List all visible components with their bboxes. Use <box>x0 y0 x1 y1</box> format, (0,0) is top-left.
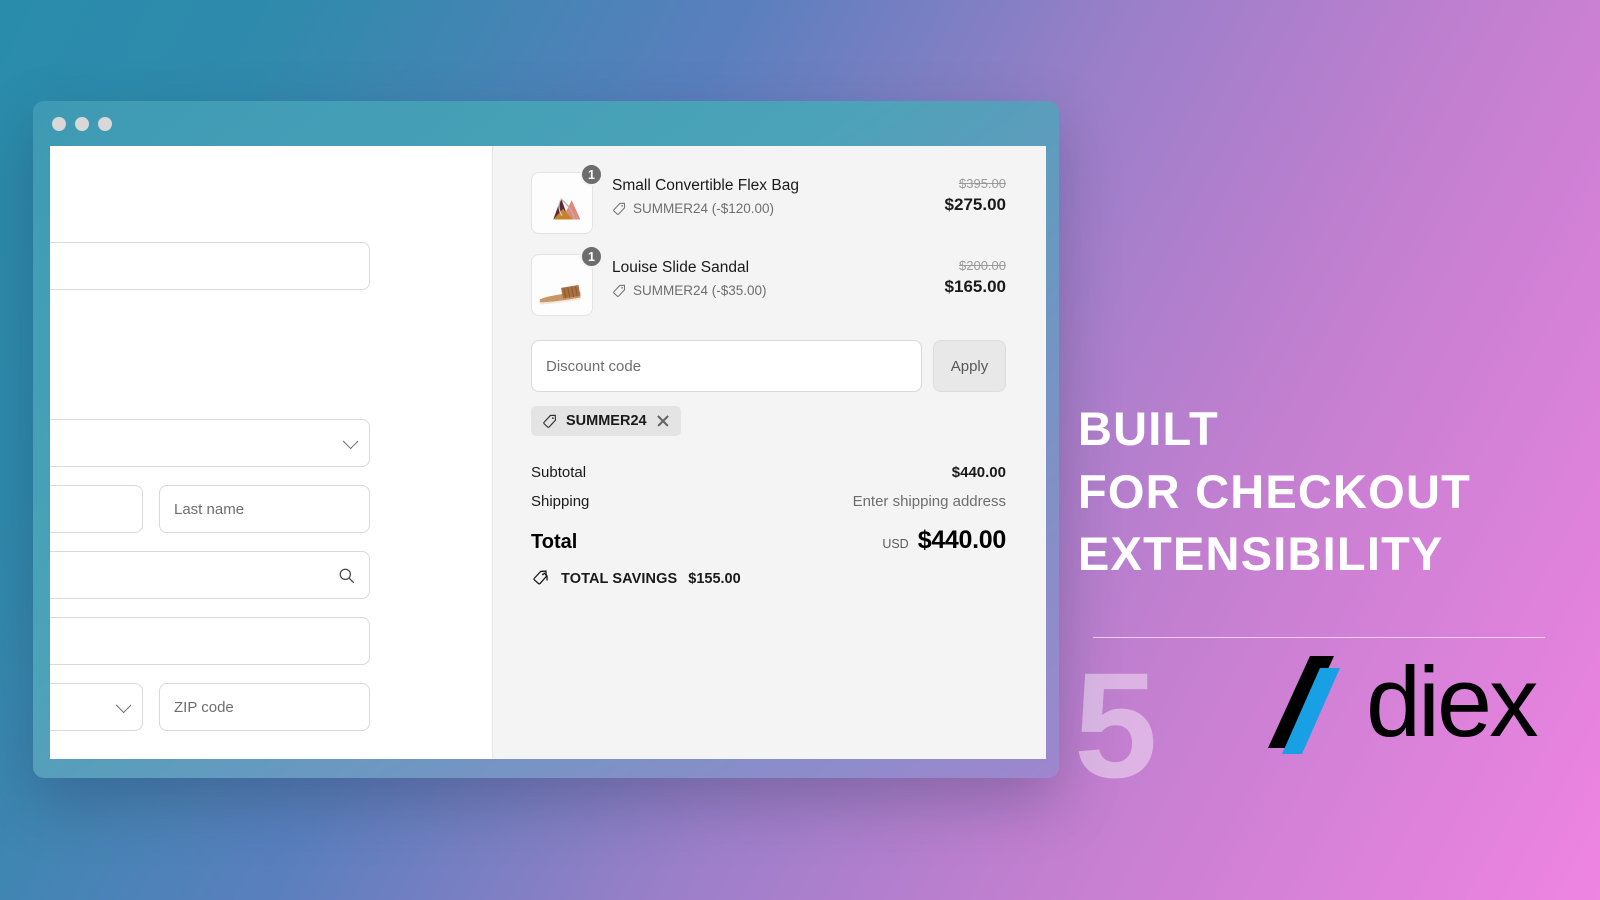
shipping-row: Shipping Enter shipping address <box>531 493 1006 510</box>
line-item-title: Small Convertible Flex Bag <box>612 177 799 194</box>
applied-discount-codes: SUMMER24 <box>531 406 1006 436</box>
subtotal-label: Subtotal <box>531 464 587 481</box>
tag-icon <box>613 284 626 297</box>
brand-slash-icon <box>1268 656 1340 754</box>
line-item-original-price: $200.00 <box>959 258 1006 273</box>
line-item-thumbnail-wrap: 1 <box>531 163 603 234</box>
tag-icon <box>613 202 626 215</box>
save-info-checkbox-label[interactable]: xt time <box>50 757 452 759</box>
address-field[interactable] <box>50 551 370 599</box>
line-item-title: Louise Slide Sandal <box>612 259 750 276</box>
first-name-field[interactable] <box>50 485 143 533</box>
search-icon[interactable] <box>338 567 355 584</box>
line-item-original-price: $395.00 <box>959 176 1006 191</box>
total-label: Total <box>531 531 578 553</box>
close-icon[interactable] <box>52 116 66 131</box>
total-amount-group: USD $440.00 <box>882 526 1006 555</box>
line-item-final-price: $165.00 <box>944 276 1006 296</box>
total-savings-row: TOTAL SAVINGS $155.00 <box>531 569 1006 588</box>
apply-discount-button[interactable]: Apply <box>933 340 1006 392</box>
form-section-heading: ers <box>50 329 452 347</box>
line-item-discount: SUMMER24 (-$35.00) <box>612 283 914 298</box>
total-currency: USD <box>882 537 909 551</box>
window-titlebar <box>33 101 1059 146</box>
line-item-discount-text: SUMMER24 (-$120.00) <box>633 201 775 217</box>
discount-code-pill: SUMMER24 <box>531 406 681 436</box>
email-field[interactable] <box>50 242 370 290</box>
total-savings-value: $155.00 <box>688 570 741 587</box>
total-row: Total USD $440.00 <box>531 526 1006 555</box>
order-line-item: 1 Louise Slide Sandal SUMMER24 (-$35.00)… <box>531 245 1006 316</box>
total-value: $440.00 <box>917 526 1007 554</box>
checkout-form-panel: ers Last name <box>50 146 493 759</box>
line-item-details: Small Convertible Flex Bag SUMMER24 (-$1… <box>597 172 914 216</box>
brand-wordmark: diex <box>1366 645 1539 757</box>
line-item-prices: $200.00 $165.00 <box>914 254 1006 298</box>
checkout-form: ers Last name <box>50 146 452 759</box>
country-region-select[interactable] <box>50 419 370 467</box>
line-item-final-price: $275.00 <box>944 194 1006 214</box>
browser-window: ers Last name <box>33 101 1059 778</box>
discount-code-label: SUMMER24 <box>566 413 647 429</box>
order-line-item: 1 Small Convertible Flex Bag SUMMER24 (-… <box>531 163 1006 234</box>
minimize-icon[interactable] <box>75 116 89 131</box>
promo-divider <box>1093 637 1545 639</box>
promo-headline-line-1: BUILT <box>1078 402 1219 455</box>
promo-headline: BUILT FOR CHECKOUT EXTENSIBILITY <box>1078 398 1578 586</box>
double-tag-icon <box>533 570 548 585</box>
line-item-discount: SUMMER24 (-$120.00) <box>612 201 914 216</box>
quantity-badge: 1 <box>580 245 603 268</box>
chevron-down-icon <box>115 697 132 713</box>
zip-code-field[interactable]: ZIP code <box>159 683 370 731</box>
shipping-label: Shipping <box>531 493 590 510</box>
tag-icon <box>543 414 557 428</box>
subtotal-row: Subtotal $440.00 <box>531 464 1006 481</box>
order-summary-panel: 1 Small Convertible Flex Bag SUMMER24 (-… <box>493 146 1046 759</box>
discount-code-row: Apply <box>531 340 1006 392</box>
line-item-thumbnail-wrap: 1 <box>531 245 603 316</box>
zip-code-placeholder: ZIP code <box>174 698 234 716</box>
discount-code-input[interactable] <box>531 340 922 392</box>
promo-headline-line-3: EXTENSIBILITY <box>1078 527 1444 580</box>
promo-slide-number: 5 <box>1074 641 1157 809</box>
shipping-value: Enter shipping address <box>852 493 1006 510</box>
chevron-down-icon <box>342 433 359 449</box>
maximize-icon[interactable] <box>98 116 112 131</box>
state-select[interactable]: State <box>50 683 143 731</box>
apartment-field[interactable]: l) <box>50 617 370 665</box>
order-totals: Subtotal $440.00 Shipping Enter shipping… <box>531 464 1006 588</box>
brand-logo: diex <box>1248 645 1539 757</box>
last-name-field[interactable]: Last name <box>159 485 370 533</box>
remove-discount-code-icon[interactable] <box>656 414 670 428</box>
quantity-badge: 1 <box>580 163 603 186</box>
last-name-placeholder: Last name <box>174 500 245 518</box>
line-item-prices: $395.00 $275.00 <box>914 172 1006 216</box>
checkout-application: ers Last name <box>50 146 1046 759</box>
total-savings-label: TOTAL SAVINGS <box>561 570 678 587</box>
promo-headline-line-2: FOR CHECKOUT <box>1078 464 1471 518</box>
subtotal-value: $440.00 <box>951 464 1006 481</box>
line-item-discount-text: SUMMER24 (-$35.00) <box>633 283 767 299</box>
line-item-details: Louise Slide Sandal SUMMER24 (-$35.00) <box>597 254 914 298</box>
